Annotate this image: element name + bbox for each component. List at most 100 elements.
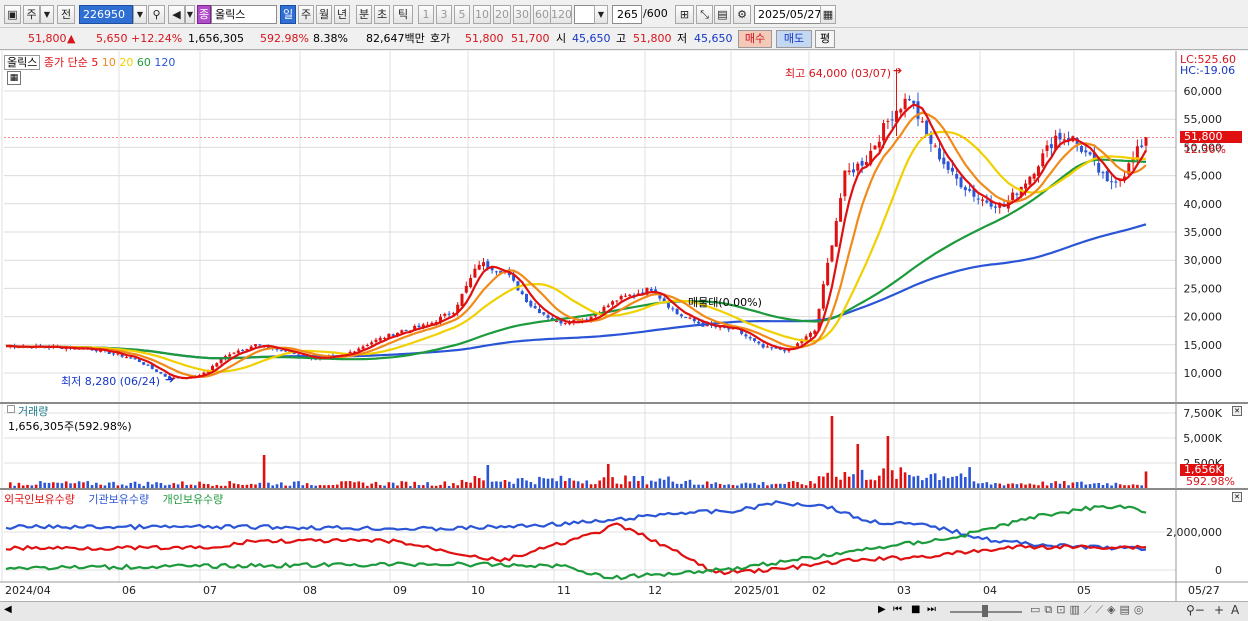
count-input[interactable]: 265	[612, 5, 642, 24]
volume-bar	[1045, 485, 1049, 488]
volume-bar	[989, 484, 993, 488]
holding-pane-close-icon[interactable]: ✕	[1232, 492, 1242, 502]
search-icon[interactable]: ⚲	[148, 5, 165, 24]
tool-icon[interactable]: ⤡	[696, 5, 713, 24]
volume-bar	[774, 483, 778, 488]
grid-table-icon[interactable]: ▦	[7, 71, 21, 85]
volume-bar	[413, 481, 416, 488]
volume-bar	[839, 479, 842, 488]
tick-10[interactable]: 10	[473, 5, 491, 24]
volume-tick-label: 5,000K	[1183, 432, 1222, 445]
period-tick[interactable]: 틱	[393, 5, 413, 24]
institution-holding-line	[5, 500, 1147, 552]
stock-chart[interactable]: 60,00055,00050,00045,00040,00035,00030,0…	[0, 51, 1248, 601]
period-second[interactable]: 초	[374, 5, 390, 24]
volume-bar	[426, 482, 429, 488]
volume-bar	[1105, 483, 1109, 488]
tick-1[interactable]: 1	[418, 5, 434, 24]
fast-forward-icon[interactable]: ⏭	[927, 604, 936, 615]
tick-60[interactable]: 60	[533, 5, 551, 24]
candle-body	[228, 354, 232, 357]
date-input[interactable]: 2025/05/27	[754, 5, 822, 24]
stock-name-field[interactable]: 올릭스	[211, 5, 277, 24]
change-amount: 5,650	[96, 32, 128, 45]
low-label: 저	[677, 32, 688, 45]
period-year[interactable]: 년	[334, 5, 350, 24]
candle-body	[963, 187, 967, 191]
buy-button[interactable]: 매수	[738, 30, 772, 48]
volume-bar	[340, 481, 343, 488]
compare-icon[interactable]: ⊞	[675, 5, 694, 24]
volume-legend-box-icon[interactable]	[7, 405, 15, 413]
volume-bar	[981, 483, 984, 488]
volume-bar	[873, 480, 877, 488]
volume-bar	[439, 484, 442, 488]
period-minute[interactable]: 분	[356, 5, 372, 24]
low-price: 45,650	[694, 32, 733, 45]
sell-button[interactable]: 매도	[776, 30, 812, 48]
candle-body	[443, 313, 447, 316]
period-month[interactable]: 월	[316, 5, 332, 24]
candle-body	[796, 343, 800, 347]
prev-button[interactable]: 전	[57, 5, 75, 24]
type-select[interactable]: 주	[23, 5, 40, 24]
calendar-icon[interactable]: ▦	[820, 5, 836, 24]
candle-body	[417, 325, 421, 328]
tick-3[interactable]: 3	[436, 5, 452, 24]
window-icon[interactable]: ▣	[4, 5, 21, 24]
volume-bar	[159, 483, 163, 488]
tick-120[interactable]: 120	[550, 5, 572, 24]
volume-bar	[116, 485, 120, 488]
tick-dropdown-icon[interactable]: ▼	[594, 5, 608, 24]
zoom-out-icon[interactable]: ⚲−	[1186, 603, 1205, 617]
volume-bar	[976, 483, 980, 488]
candle-body	[258, 344, 262, 346]
candle-body	[851, 169, 855, 173]
drawing-tools-icon[interactable]: ▭⧉⊡▥⟋⟋◈▤◎	[1030, 603, 1148, 617]
stop-icon[interactable]: ■	[911, 604, 920, 615]
chart-area[interactable]: 60,000 55,000 50,000 45,000 40,000 35,000 30,0…	[0, 51, 1248, 601]
settings-gear-icon[interactable]: ⚙	[733, 5, 751, 24]
eval-button[interactable]: 평	[815, 30, 835, 48]
period-day[interactable]: 일	[280, 5, 296, 24]
save-icon[interactable]: ▤	[714, 5, 731, 24]
volume-bar	[503, 480, 507, 488]
zoom-slider-handle[interactable]	[982, 605, 988, 617]
speaker-dropdown-icon[interactable]: ▼	[185, 5, 195, 24]
candle-body	[839, 198, 843, 222]
bottom-scrollbar[interactable]: ◀ ▶ ⏮ ■ ⏭ ▭⧉⊡▥⟋⟋◈▤◎ ⚲− + A	[0, 601, 1248, 621]
current-pct-tag: 12.36%	[1184, 143, 1226, 156]
legend-stock-name[interactable]: 올릭스	[4, 55, 41, 70]
volume-bar	[555, 481, 558, 488]
candle-body	[946, 161, 950, 170]
tick-30[interactable]: 30	[513, 5, 531, 24]
tick-20[interactable]: 20	[493, 5, 511, 24]
speaker-icon[interactable]: ◀	[168, 5, 185, 24]
legend-ma-label: 종가 단순	[43, 56, 88, 69]
period-week[interactable]: 주	[298, 5, 314, 24]
tick-5[interactable]: 5	[454, 5, 470, 24]
x-tick-label: 05	[1077, 584, 1091, 597]
candle-body	[890, 119, 894, 121]
scroll-left-icon[interactable]: ◀	[4, 604, 12, 615]
volume-bar	[142, 485, 145, 488]
volume-bar	[585, 480, 589, 488]
volume-bar	[929, 474, 933, 488]
up-arrow-icon: ▲	[67, 32, 76, 45]
volume-bar	[1071, 482, 1075, 488]
rewind-icon[interactable]: ⏮	[893, 604, 902, 615]
zoom-in-icon[interactable]: +	[1214, 603, 1224, 617]
candle-body	[146, 364, 150, 366]
volume-bar	[434, 485, 438, 488]
x-tick-label: 11	[557, 584, 571, 597]
volume-bar	[241, 484, 244, 488]
stock-code-input[interactable]: 226950	[79, 5, 133, 24]
font-size-icon[interactable]: A	[1231, 603, 1239, 617]
candle-body	[826, 262, 830, 286]
volume-bar	[594, 484, 597, 488]
type-dropdown-icon[interactable]: ▼	[40, 5, 54, 24]
scroll-right-icon[interactable]: ▶	[878, 604, 886, 615]
volume-pane-close-icon[interactable]: ✕	[1232, 406, 1242, 416]
code-dropdown-icon[interactable]: ▼	[133, 5, 147, 24]
volume-profile-note: 매물대(0.00%)	[688, 296, 762, 309]
